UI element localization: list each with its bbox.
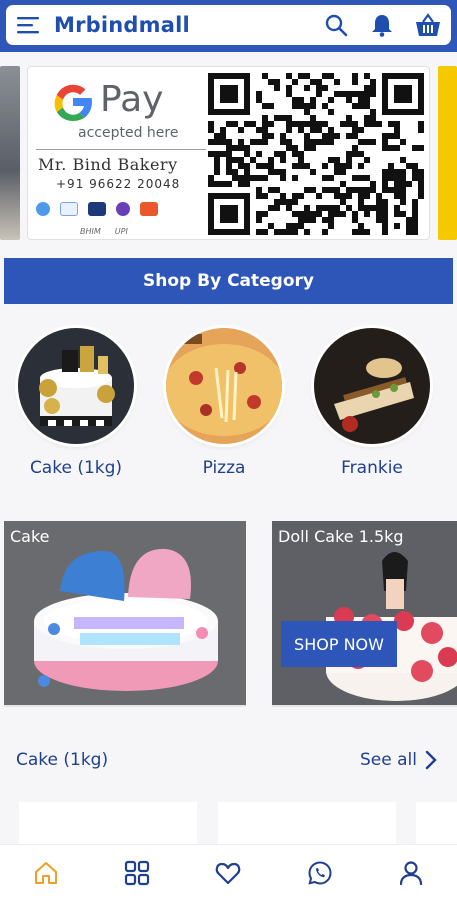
qr-code bbox=[208, 73, 424, 235]
app-header: Mrbindmall bbox=[0, 0, 457, 52]
frankie-image bbox=[314, 328, 430, 444]
cart-button[interactable] bbox=[405, 5, 451, 45]
nav-whatsapp[interactable] bbox=[296, 849, 344, 897]
grid-icon bbox=[124, 860, 150, 885]
next-slide-peek[interactable] bbox=[438, 66, 457, 240]
nav-categories[interactable] bbox=[113, 849, 161, 897]
nav-profile[interactable] bbox=[387, 849, 435, 897]
category-image bbox=[18, 328, 134, 444]
gpay-logo: Pay accepted here bbox=[50, 77, 190, 141]
doll-cake-image bbox=[272, 521, 457, 705]
baby-shower-cake-image bbox=[4, 521, 246, 705]
heart-icon bbox=[216, 862, 241, 884]
menu-icon bbox=[17, 17, 39, 34]
business-phone: +91 96622 20048 bbox=[56, 177, 181, 191]
shop-by-category-heading: Shop By Category bbox=[4, 258, 453, 304]
banner-divider bbox=[36, 149, 206, 150]
category-image bbox=[166, 328, 282, 444]
category-frankie[interactable]: Frankie bbox=[314, 328, 430, 478]
menu-button[interactable] bbox=[6, 5, 50, 45]
see-all-label: See all bbox=[360, 750, 417, 770]
product-card[interactable] bbox=[19, 802, 197, 848]
gpay-subtitle: accepted here bbox=[78, 125, 179, 141]
freecharge-icon bbox=[140, 202, 158, 216]
nav-wishlist[interactable] bbox=[204, 849, 252, 897]
pizza-image bbox=[166, 328, 282, 444]
notifications-button[interactable] bbox=[359, 5, 405, 45]
payment-app-logos bbox=[36, 202, 158, 216]
user-icon bbox=[400, 860, 423, 885]
bottom-navigation bbox=[0, 844, 457, 900]
business-name: Mr. Bind Bakery bbox=[38, 155, 178, 174]
previous-slide-peek[interactable] bbox=[0, 66, 20, 240]
see-all-link[interactable]: See all bbox=[360, 750, 437, 770]
promo-doll-cake[interactable]: Doll Cake 1.5kg SHOP NOW bbox=[272, 521, 457, 707]
gpay-banner-slide[interactable]: Pay accepted here Mr. Bind Bakery +91 96… bbox=[27, 66, 430, 240]
promo-title: Doll Cake 1.5kg bbox=[278, 527, 404, 546]
bhim-logo: BHIM bbox=[80, 227, 101, 236]
promo-cake[interactable]: Cake bbox=[4, 521, 246, 707]
nav-home[interactable] bbox=[22, 849, 70, 897]
category-pizza[interactable]: Pizza bbox=[166, 328, 282, 478]
home-icon bbox=[34, 861, 57, 884]
paytm-icon bbox=[60, 202, 78, 216]
category-image bbox=[314, 328, 430, 444]
banner-carousel[interactable]: Pay accepted here Mr. Bind Bakery +91 96… bbox=[0, 62, 457, 244]
category-cake-1kg[interactable]: Cake (1kg) bbox=[18, 328, 134, 478]
amazon-pay-icon bbox=[88, 202, 106, 216]
shop-now-button[interactable]: SHOP NOW bbox=[281, 621, 397, 667]
upi-logo: UPI bbox=[114, 227, 128, 236]
promo-title: Cake bbox=[10, 527, 50, 546]
product-card[interactable] bbox=[416, 802, 457, 848]
search-button[interactable] bbox=[313, 5, 359, 45]
payment-app-icon bbox=[36, 202, 50, 216]
app-header-inner: Mrbindmall bbox=[6, 5, 451, 45]
cake-image bbox=[18, 328, 134, 444]
basket-icon bbox=[416, 13, 440, 36]
upi-logos: BHIM UPI bbox=[80, 227, 128, 236]
category-label: Pizza bbox=[202, 458, 246, 478]
category-label: Frankie bbox=[341, 458, 403, 478]
app-title: Mrbindmall bbox=[54, 13, 190, 37]
phonepe-icon bbox=[116, 202, 130, 216]
gpay-word: Pay bbox=[100, 79, 164, 120]
bell-icon bbox=[372, 15, 392, 37]
product-card[interactable] bbox=[218, 802, 396, 848]
category-label: Cake (1kg) bbox=[29, 458, 123, 478]
search-icon bbox=[325, 14, 348, 37]
section-title: Cake (1kg) bbox=[16, 750, 109, 770]
whatsapp-icon bbox=[308, 860, 332, 885]
chevron-right-icon bbox=[425, 750, 437, 770]
google-g-icon bbox=[54, 84, 92, 121]
